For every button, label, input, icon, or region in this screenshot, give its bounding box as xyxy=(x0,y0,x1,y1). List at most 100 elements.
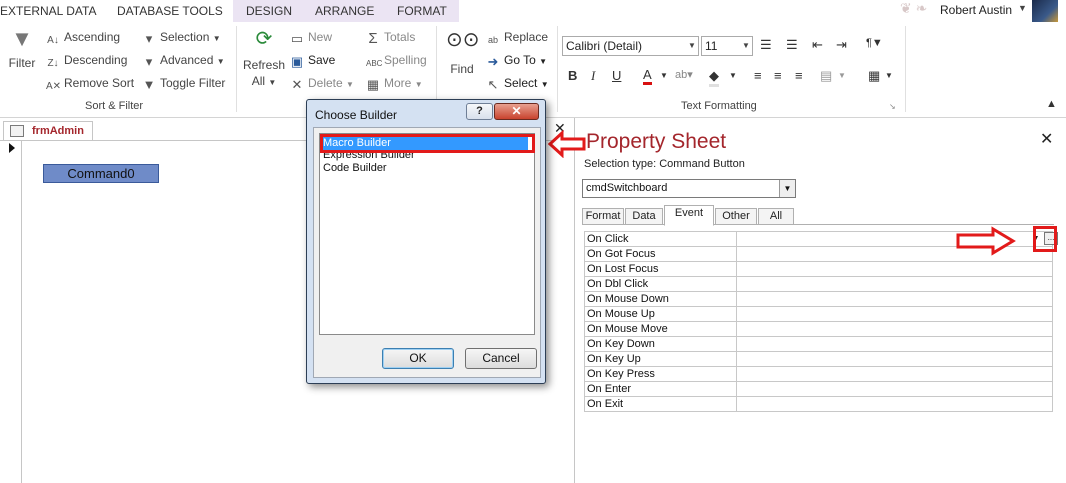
property-row[interactable]: On Key Press xyxy=(584,367,1053,382)
command0-button[interactable]: Command0 xyxy=(43,164,159,183)
delete-icon: ✕ xyxy=(291,77,303,92)
chevron-down-icon[interactable]: ▼ xyxy=(660,71,668,80)
alternate-row-color-icon[interactable]: ▤ xyxy=(820,68,832,84)
arrow-shape xyxy=(548,130,586,158)
underline-button[interactable]: U xyxy=(612,68,621,83)
toggle-filter-button[interactable]: ▼ Toggle Filter xyxy=(142,76,226,92)
close-icon[interactable]: ✕ xyxy=(1040,129,1053,149)
refresh-icon: ⟳ xyxy=(255,28,273,50)
selection-button[interactable]: ▾ Selection ▼ xyxy=(142,30,221,46)
property-row[interactable]: On Mouse Up xyxy=(584,307,1053,322)
align-right-icon[interactable]: ≡ xyxy=(795,68,803,83)
totals-label: Totals xyxy=(384,30,416,44)
descending-button[interactable]: Z↓ Descending xyxy=(46,53,127,71)
fill-color-icon[interactable]: ◆ xyxy=(709,68,719,87)
tab-data[interactable]: Data xyxy=(625,208,663,225)
remove-sort-button[interactable]: A✕ Remove Sort xyxy=(46,76,134,94)
ok-button[interactable]: OK xyxy=(382,348,454,369)
font-name-combo[interactable]: Calibri (Detail) ▼ xyxy=(562,36,699,56)
save-label: Save xyxy=(308,53,336,67)
event-property-grid: On Click ▼... On Got Focus On Lost Focus … xyxy=(584,231,1058,412)
property-row[interactable]: On Mouse Down xyxy=(584,292,1053,307)
replace-button[interactable]: ab Replace xyxy=(486,30,548,47)
property-row[interactable]: On Key Down xyxy=(584,337,1053,352)
highlight-color-icon[interactable]: ab▾ xyxy=(675,68,693,81)
builder-list[interactable]: Macro Builder Expression Builder Code Bu… xyxy=(319,133,535,335)
chevron-down-icon[interactable]: ▼ xyxy=(779,180,795,197)
select-label: Select xyxy=(504,76,538,90)
dialog-close-button[interactable]: ✕ xyxy=(494,103,539,120)
cancel-button[interactable]: Cancel xyxy=(465,348,537,369)
decorative-swirl-icon: ❦ ❧ xyxy=(900,0,928,16)
property-name: On Lost Focus xyxy=(587,263,659,275)
spelling-button[interactable]: ABC Spelling xyxy=(366,53,427,71)
property-row[interactable]: On Lost Focus xyxy=(584,262,1053,277)
increase-indent-icon[interactable]: ⇥ xyxy=(836,37,847,53)
property-row[interactable]: On Key Up xyxy=(584,352,1053,367)
go-to-button[interactable]: ➜ Go To ▼ xyxy=(486,53,548,69)
sort-filter-group-label: Sort & Filter xyxy=(85,100,144,112)
gridlines-icon[interactable]: ▦ xyxy=(868,68,880,84)
font-size-combo[interactable]: 11 ▼ xyxy=(701,36,753,56)
user-name[interactable]: Robert Austin xyxy=(940,3,1012,17)
save-button[interactable]: ▣ Save xyxy=(290,53,336,69)
find-button[interactable]: ⊙⊙ Find xyxy=(446,28,480,76)
chevron-down-icon[interactable]: ▼ xyxy=(838,71,846,80)
align-left-icon[interactable]: ≡ xyxy=(754,68,762,83)
tab-format[interactable]: FORMAT xyxy=(397,0,447,22)
paragraph-direction-icon[interactable]: ¶▼ xyxy=(866,37,883,49)
dialog-launcher-icon[interactable]: ↘ xyxy=(889,102,896,111)
filter-button[interactable]: ▼ Filter xyxy=(8,28,36,71)
list-item-code-builder[interactable]: Code Builder xyxy=(323,162,387,174)
tab-design[interactable]: DESIGN xyxy=(246,0,292,22)
chevron-down-icon[interactable]: ▼ xyxy=(1018,3,1027,13)
toggle-filter-label: Toggle Filter xyxy=(160,76,226,90)
font-color-icon[interactable]: A xyxy=(643,68,652,85)
italic-button[interactable]: I xyxy=(591,68,595,84)
go-to-label: Go To xyxy=(504,53,536,67)
tab-format[interactable]: Format xyxy=(582,208,624,225)
collapse-ribbon-icon[interactable]: ▲ xyxy=(1046,98,1057,110)
ascending-button[interactable]: A↓ Ascending xyxy=(46,30,120,48)
chevron-down-icon[interactable]: ▼ xyxy=(729,71,737,80)
doc-tab[interactable]: frmAdmin xyxy=(3,121,93,141)
property-sheet-title: Property Sheet xyxy=(586,130,727,153)
tab-all[interactable]: All xyxy=(758,208,794,225)
divider xyxy=(557,26,558,112)
bold-button[interactable]: B xyxy=(568,68,577,83)
align-center-icon[interactable]: ≡ xyxy=(774,68,782,83)
chevron-down-icon[interactable]: ▼ xyxy=(686,37,698,55)
numbering-icon[interactable]: ☰ xyxy=(786,37,798,53)
object-selector-combo[interactable]: cmdSwitchboard ▼ xyxy=(582,179,796,198)
refresh-all-button[interactable]: ⟳ Refresh All ▼ xyxy=(243,28,285,88)
sort-ascending-icon: A↓ xyxy=(47,35,59,46)
arrow-right-icon: ➜ xyxy=(487,54,499,69)
dialog-title: Choose Builder xyxy=(315,108,398,122)
advanced-button[interactable]: ▾ Advanced ▼ xyxy=(142,53,225,69)
tab-external-data[interactable]: EXTERNAL DATA xyxy=(0,0,96,22)
more-button[interactable]: ▦ More ▼ xyxy=(366,76,423,92)
chevron-down-icon[interactable]: ▼ xyxy=(885,71,893,80)
property-row[interactable]: On Mouse Move xyxy=(584,322,1053,337)
tab-event[interactable]: Event xyxy=(664,205,714,226)
tab-database-tools[interactable]: DATABASE TOOLS xyxy=(117,0,223,22)
select-button[interactable]: ↖ Select ▼ xyxy=(486,76,549,92)
delete-button[interactable]: ✕ Delete ▼ xyxy=(290,76,354,92)
property-row[interactable]: On Exit xyxy=(584,397,1053,412)
bullets-icon[interactable]: ☰ xyxy=(760,37,772,53)
sort-descending-icon: Z↓ xyxy=(47,58,59,69)
totals-button[interactable]: Σ Totals xyxy=(366,30,415,46)
avatar[interactable] xyxy=(1032,0,1058,24)
property-row[interactable]: On Enter xyxy=(584,382,1053,397)
property-name: On Enter xyxy=(587,383,632,395)
property-row[interactable]: On Dbl Click xyxy=(584,277,1053,292)
chevron-down-icon: ▼ xyxy=(414,80,423,89)
new-record-button[interactable]: ▭ New xyxy=(290,30,332,46)
form-icon xyxy=(10,125,24,137)
annotation-arrow-right-icon xyxy=(956,226,1016,256)
decrease-indent-icon[interactable]: ⇤ xyxy=(812,37,823,53)
tab-other[interactable]: Other xyxy=(715,208,757,225)
chevron-down-icon[interactable]: ▼ xyxy=(740,37,752,55)
help-button[interactable]: ? xyxy=(466,103,493,120)
tab-arrange[interactable]: ARRANGE xyxy=(315,0,374,22)
